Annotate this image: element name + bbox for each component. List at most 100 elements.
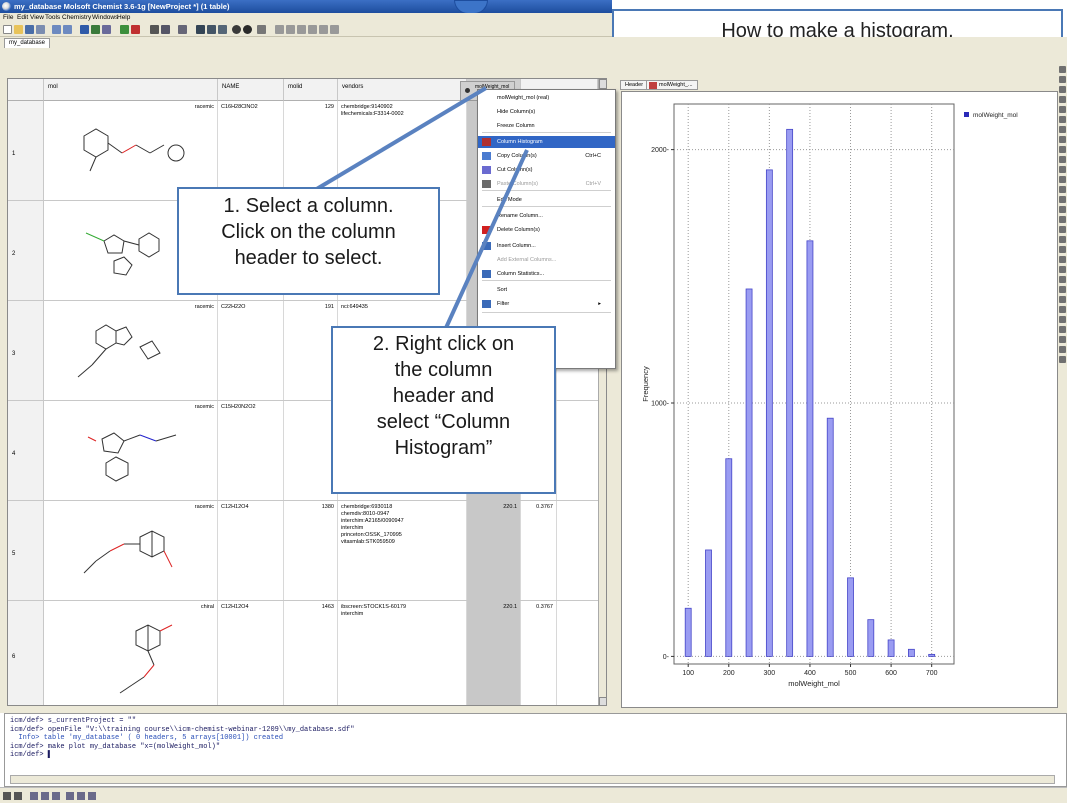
side-tool-icon[interactable] <box>1059 206 1066 213</box>
menu-item-freeze-column[interactable]: Freeze Column <box>478 120 615 132</box>
side-tool-icon[interactable] <box>1059 296 1066 303</box>
column-tool-icon[interactable] <box>161 25 170 34</box>
column-header-molid[interactable]: molid <box>284 79 338 101</box>
row-number[interactable]: 4 <box>8 401 44 500</box>
cell-molid[interactable]: 1463 <box>284 601 338 705</box>
menu-view[interactable]: View <box>30 14 44 21</box>
cell-molid[interactable]: 191 <box>284 301 338 400</box>
table-tool-icon[interactable] <box>80 25 89 34</box>
menu-chemistry[interactable]: Chemistry <box>62 14 91 21</box>
menu-tools[interactable]: Tools <box>45 14 60 21</box>
side-tool-icon[interactable] <box>1059 226 1066 233</box>
status-icon-3[interactable] <box>30 792 38 800</box>
cell-mol[interactable]: racemic <box>44 101 218 200</box>
status-icon-2[interactable] <box>14 792 22 800</box>
menu-item-cut-column-s[interactable]: Cut Column(s) <box>478 164 615 176</box>
row-number[interactable]: 2 <box>8 201 44 300</box>
table-row[interactable]: 5 racemic C12H12O4 1380 chembridge:6930118 c… <box>8 501 606 601</box>
menu-help[interactable]: Help <box>117 14 130 21</box>
cell-vendors[interactable]: chembridge:6930118 chemdiv:8010-0947 int… <box>338 501 467 600</box>
side-tool-icon[interactable] <box>1059 186 1066 193</box>
chemistry-tool-icon[interactable] <box>120 25 129 34</box>
side-tool-icon[interactable] <box>1059 196 1066 203</box>
view-tool-icon[interactable] <box>196 25 205 34</box>
side-tool-icon[interactable] <box>1059 156 1066 163</box>
undo-icon[interactable] <box>52 25 61 34</box>
scroll-up-button[interactable] <box>599 79 606 89</box>
row-number[interactable]: 3 <box>8 301 44 400</box>
side-tool-icon[interactable] <box>1059 166 1066 173</box>
cell-mol[interactable]: racemic <box>44 401 218 500</box>
side-tool-icon[interactable] <box>1059 326 1066 333</box>
status-icon-8[interactable] <box>88 792 96 800</box>
new-file-icon[interactable] <box>3 25 12 34</box>
search-tool-icon[interactable] <box>91 25 100 34</box>
side-tool-icon[interactable] <box>1059 306 1066 313</box>
cell-name[interactable]: C12H12O4 <box>218 501 284 600</box>
side-tool-icon[interactable] <box>1059 176 1066 183</box>
sphere-icon[interactable] <box>232 25 241 34</box>
menu-item-sort[interactable]: Sort <box>478 284 615 296</box>
align-tool-icon[interactable] <box>275 25 284 34</box>
tab-molweight-plot[interactable]: molWeight_... <box>646 80 698 90</box>
tab-header[interactable]: Header <box>620 80 649 90</box>
scroll-down-button[interactable] <box>599 697 606 705</box>
align-tool-icon-6[interactable] <box>330 25 339 34</box>
side-tool-icon[interactable] <box>1059 256 1066 263</box>
side-tool-icon[interactable] <box>1059 246 1066 253</box>
menu-windows[interactable]: Windows <box>92 14 118 21</box>
side-tool-icon[interactable] <box>1059 356 1066 363</box>
column-header-vendors[interactable]: vendors <box>338 79 467 101</box>
cell-vendors[interactable]: ibscreen:STOCK1S-60179 interchim <box>338 601 467 705</box>
cell-name[interactable]: C16H28ClNO2 <box>218 101 284 200</box>
menu-item-molweight-mol-real[interactable]: molWeight_mol (real) <box>478 92 615 104</box>
console-scrollbar[interactable] <box>10 775 1055 784</box>
menu-file[interactable]: File <box>3 14 13 21</box>
cell-vendors[interactable]: chembridge:9140902 lifechemicals:F3314-0… <box>338 101 467 200</box>
cell-molweight[interactable]: 220.1 <box>467 601 521 705</box>
row-number[interactable]: 6 <box>8 601 44 705</box>
cell-molid[interactable]: 0 <box>284 401 338 500</box>
side-tool-icon[interactable] <box>1059 96 1066 103</box>
cell-value[interactable]: 0.3767 <box>521 601 557 705</box>
side-tool-icon[interactable] <box>1059 66 1066 73</box>
side-tool-icon[interactable] <box>1059 236 1066 243</box>
redo-icon[interactable] <box>63 25 72 34</box>
align-tool-icon-2[interactable] <box>286 25 295 34</box>
tab-my-database[interactable]: my_database <box>4 38 51 48</box>
status-icon-6[interactable] <box>66 792 74 800</box>
row-number[interactable]: 1 <box>8 101 44 200</box>
side-tool-icon[interactable] <box>1059 346 1066 353</box>
menu-item-column-statistics[interactable]: Column Statistics... <box>478 268 615 280</box>
menu-item-insert-column[interactable]: Insert Column... <box>478 240 615 252</box>
molecule-tool-icon[interactable] <box>102 25 111 34</box>
side-tool-icon[interactable] <box>1059 106 1066 113</box>
status-icon-4[interactable] <box>41 792 49 800</box>
align-tool-icon-5[interactable] <box>319 25 328 34</box>
side-tool-icon[interactable] <box>1059 136 1066 143</box>
column-header-name[interactable]: NAME <box>218 79 284 101</box>
status-icon-7[interactable] <box>77 792 85 800</box>
side-tool-icon[interactable] <box>1059 216 1066 223</box>
side-tool-icon[interactable] <box>1059 316 1066 323</box>
side-tool-icon[interactable] <box>1059 276 1066 283</box>
cell-name[interactable]: C22H22O <box>218 301 284 400</box>
menu-item-copy-column-s[interactable]: Copy Column(s) Ctrl+C <box>478 150 615 162</box>
split-view-icon[interactable] <box>207 25 216 34</box>
side-tool-icon[interactable] <box>1059 286 1066 293</box>
menu-item-rename-column[interactable]: Rename Column... <box>478 210 615 222</box>
menu-item-hide-column-s[interactable]: Hide Column(s) <box>478 106 615 118</box>
cell-value[interactable]: 0.3767 <box>521 501 557 600</box>
align-tool-icon-4[interactable] <box>308 25 317 34</box>
cell-name[interactable]: C15H20N2O2 <box>218 401 284 500</box>
save-icon[interactable] <box>25 25 34 34</box>
side-tool-icon[interactable] <box>1059 146 1066 153</box>
side-tool-icon[interactable] <box>1059 266 1066 273</box>
side-tool-icon[interactable] <box>1059 76 1066 83</box>
cell-name[interactable]: C12H12O4 <box>218 601 284 705</box>
cell-molid[interactable]: 129 <box>284 101 338 200</box>
side-tool-icon[interactable] <box>1059 336 1066 343</box>
column-header-mol[interactable]: mol <box>44 79 218 101</box>
plot-tool-icon[interactable] <box>218 25 227 34</box>
settings-tool-icon[interactable] <box>257 25 266 34</box>
